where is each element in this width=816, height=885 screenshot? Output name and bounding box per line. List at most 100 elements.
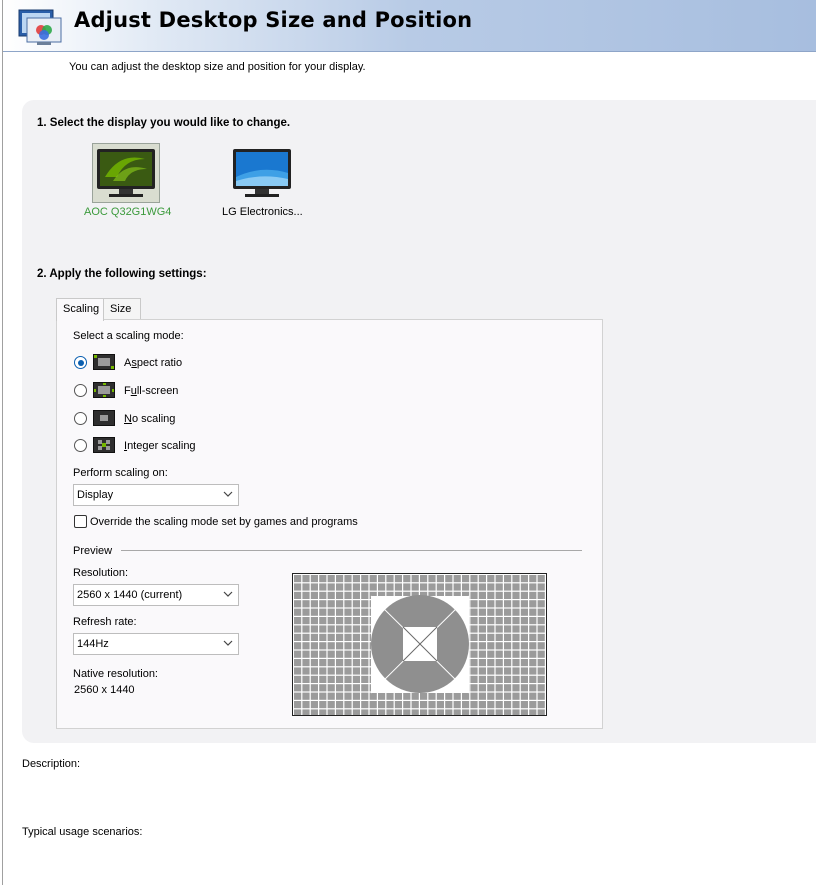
preview-grid-cell xyxy=(529,617,537,625)
preview-grid-cell xyxy=(520,617,528,625)
preview-grid-cell xyxy=(310,709,318,717)
preview-grid-cell xyxy=(403,692,411,700)
preview-grid-cell xyxy=(537,583,545,591)
preview-grid-cell xyxy=(478,600,486,608)
preview-grid-cell xyxy=(302,633,310,641)
preview-grid-cell xyxy=(302,692,310,700)
label-integer-scaling[interactable]: Integer scaling xyxy=(124,440,196,452)
preview-grid-cell xyxy=(462,692,470,700)
preview-grid-cell xyxy=(361,600,369,608)
preview-grid-cell xyxy=(420,583,428,591)
preview-grid-cell xyxy=(436,575,444,583)
preview-grid-cell xyxy=(336,583,344,591)
preview-grid-cell xyxy=(495,709,503,717)
preview-grid-cell xyxy=(428,701,436,709)
preview-grid-cell xyxy=(478,692,486,700)
preview-grid-cell xyxy=(344,709,352,717)
preview-grid-cell xyxy=(344,667,352,675)
preview-grid-cell xyxy=(361,633,369,641)
perform-scaling-value: Display xyxy=(77,489,114,501)
preview-grid-cell xyxy=(529,633,537,641)
radio-integer-scaling[interactable] xyxy=(74,439,87,452)
preview-grid-cell xyxy=(495,600,503,608)
preview-grid-cell xyxy=(470,642,478,650)
preview-grid-cell xyxy=(487,608,495,616)
preview-grid-cell xyxy=(361,709,369,717)
preview-grid-cell xyxy=(537,709,545,717)
preview-grid-cell xyxy=(386,692,394,700)
window-frame-left xyxy=(2,0,3,885)
preview-grid-cell xyxy=(310,659,318,667)
refresh-rate-select[interactable]: 144Hz xyxy=(73,633,239,655)
override-checkbox[interactable] xyxy=(74,515,87,528)
preview-grid-cell xyxy=(336,675,344,683)
preview-grid-cell xyxy=(403,583,411,591)
preview-grid-cell xyxy=(310,633,318,641)
no-scaling-icon xyxy=(93,410,115,426)
preview-grid-cell xyxy=(344,675,352,683)
preview-grid-cell xyxy=(344,692,352,700)
display-option-aoc[interactable]: AOC Q32G1WG4 xyxy=(84,143,171,218)
preview-grid-cell xyxy=(361,642,369,650)
display-thumb-selected[interactable] xyxy=(92,143,160,203)
preview-grid-cell xyxy=(361,659,369,667)
radio-no-scaling[interactable] xyxy=(74,412,87,425)
override-label[interactable]: Override the scaling mode set by games a… xyxy=(90,516,358,528)
display-option-lg[interactable]: LG Electronics... xyxy=(222,143,303,218)
label-aspect-ratio[interactable]: Aspect ratio xyxy=(124,357,182,369)
preview-grid-cell xyxy=(537,701,545,709)
preview-grid-cell xyxy=(504,633,512,641)
preview-grid-cell xyxy=(504,692,512,700)
preview-grid-cell xyxy=(361,684,369,692)
preview-grid-cell xyxy=(529,608,537,616)
tab-scaling[interactable]: Scaling xyxy=(56,298,104,321)
resolution-value: 2560 x 1440 (current) xyxy=(77,589,183,601)
preview-grid-cell xyxy=(478,675,486,683)
radio-aspect-ratio[interactable] xyxy=(74,356,87,369)
preview-grid-cell xyxy=(512,575,520,583)
preview-grid-cell xyxy=(327,583,335,591)
display-label-lg: LG Electronics... xyxy=(222,206,303,218)
label-full-screen[interactable]: Full-screen xyxy=(124,385,178,397)
perform-scaling-select[interactable]: Display xyxy=(73,484,239,506)
preview-grid-cell xyxy=(352,642,360,650)
preview-grid-cell xyxy=(336,701,344,709)
preview-grid-cell xyxy=(428,709,436,717)
preview-grid-cell xyxy=(394,701,402,709)
preview-grid-cell xyxy=(344,633,352,641)
preview-grid-cell xyxy=(310,675,318,683)
preview-grid-cell xyxy=(361,692,369,700)
preview-grid-cell xyxy=(378,583,386,591)
preview-grid-cell xyxy=(520,575,528,583)
monitor-windows-icon xyxy=(233,149,291,197)
preview-grid-cell xyxy=(344,625,352,633)
preview-grid-cell xyxy=(294,650,302,658)
tab-size[interactable]: Size xyxy=(103,298,141,320)
preview-grid-cell xyxy=(445,575,453,583)
preview-grid-cell xyxy=(470,617,478,625)
preview-grid-cell xyxy=(394,692,402,700)
preview-grid-cell xyxy=(478,659,486,667)
integer-scaling-icon xyxy=(93,437,115,453)
preview-grid-cell xyxy=(529,625,537,633)
description-label: Description: xyxy=(22,758,81,770)
preview-grid-cell xyxy=(352,675,360,683)
preview-grid-cell xyxy=(529,701,537,709)
radio-full-screen[interactable] xyxy=(74,384,87,397)
preview-grid-cell xyxy=(445,692,453,700)
preview-grid-cell xyxy=(344,617,352,625)
preview-grid-cell xyxy=(529,642,537,650)
preview-grid-cell xyxy=(352,667,360,675)
preview-grid-cell xyxy=(512,625,520,633)
preview-grid-cell xyxy=(495,575,503,583)
preview-grid-cell xyxy=(394,583,402,591)
preview-grid-cell xyxy=(504,608,512,616)
label-no-scaling[interactable]: No scaling xyxy=(124,413,175,425)
preview-grid-cell xyxy=(537,608,545,616)
preview-grid-cell xyxy=(369,692,377,700)
preview-grid-cell xyxy=(327,667,335,675)
display-thumb[interactable] xyxy=(228,143,296,203)
preview-grid-cell xyxy=(478,633,486,641)
resolution-select[interactable]: 2560 x 1440 (current) xyxy=(73,584,239,606)
preview-grid-cell xyxy=(478,684,486,692)
